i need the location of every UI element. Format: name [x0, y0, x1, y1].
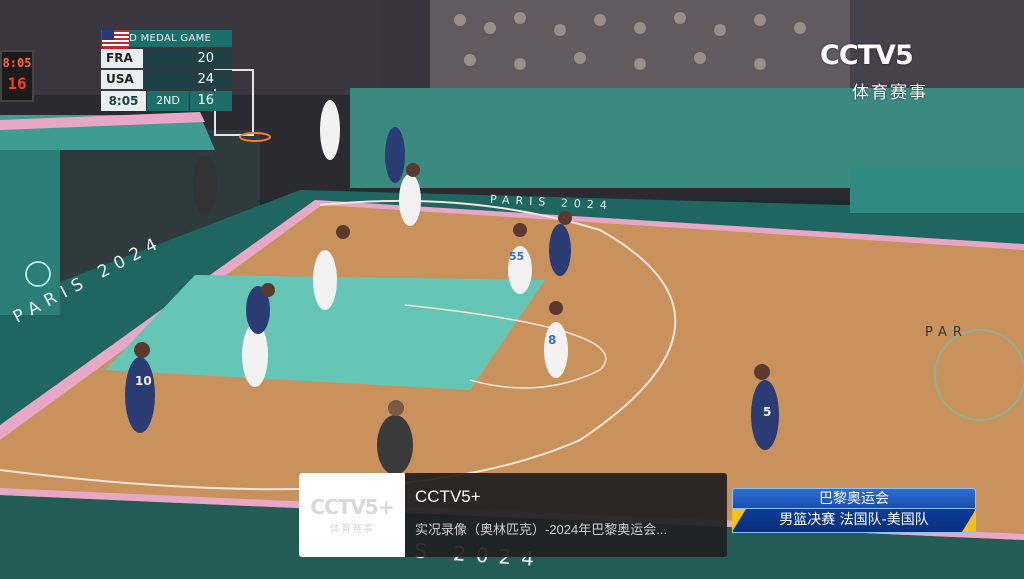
team2-name: USA: [101, 70, 143, 89]
arena-clock-shot: 16: [7, 74, 27, 93]
info-logo-subtext: 体育赛事: [330, 524, 374, 535]
game-clock: 8:05: [101, 91, 146, 111]
team2-score: 24: [144, 70, 232, 89]
channel-info-text: CCTV5+ 实况录像（奥林匹克）-2024年巴黎奥运会...: [405, 473, 725, 557]
event-title-banner: 巴黎奥运会 男篮决赛 法国队-美国队: [732, 488, 976, 534]
team1-score: 20: [144, 49, 232, 68]
channel-info-banner: CCTV5+ 体育赛事 CCTV5+ 实况录像（奥林匹克）-2024年巴黎奥运会…: [299, 473, 727, 557]
scoreboard-row-team1: FRA 20: [101, 30, 232, 68]
arena-shot-clock: 8:05 16: [0, 50, 34, 102]
channel-logo-subtitle: 体育赛事: [852, 83, 928, 103]
broadcast-frame: 55 8 10 5 PARIS 2024 PARIS 2024 PARIS 20…: [0, 0, 1024, 579]
jersey-number-10: 10: [135, 374, 152, 388]
scoreboard-row-team2: USA 24: [101, 30, 232, 89]
period-indicator: 2ND: [147, 91, 189, 111]
jersey-number-55: 55: [509, 250, 525, 263]
court-branding-right: PAR: [925, 325, 968, 340]
arena-clock-time: 8:05: [2, 56, 32, 70]
jersey-number-8: 8: [548, 333, 557, 347]
info-logo-text: CCTV5+: [310, 495, 394, 519]
shot-clock: 16: [190, 91, 232, 111]
scoreboard-clock-row: 8:05 2ND 16: [101, 91, 232, 111]
usa-flag-icon: [102, 30, 129, 49]
scoreboard: GOLD MEDAL GAME FRA 20 USA 24 8:05 2ND 1…: [101, 30, 232, 111]
channel-name: CCTV5+: [415, 487, 481, 506]
program-title: 实况录像（奥林匹克）-2024年巴黎奥运会...: [415, 522, 668, 537]
jersey-number-5: 5: [763, 405, 772, 419]
channel-info-logo: CCTV5+ 体育赛事: [299, 473, 405, 557]
channel-logo: CCTV5: [820, 40, 914, 71]
event-matchup: 男篮决赛 法国队-美国队: [732, 509, 976, 533]
event-name: 巴黎奥运会: [732, 488, 976, 509]
team1-name: FRA: [101, 49, 143, 68]
